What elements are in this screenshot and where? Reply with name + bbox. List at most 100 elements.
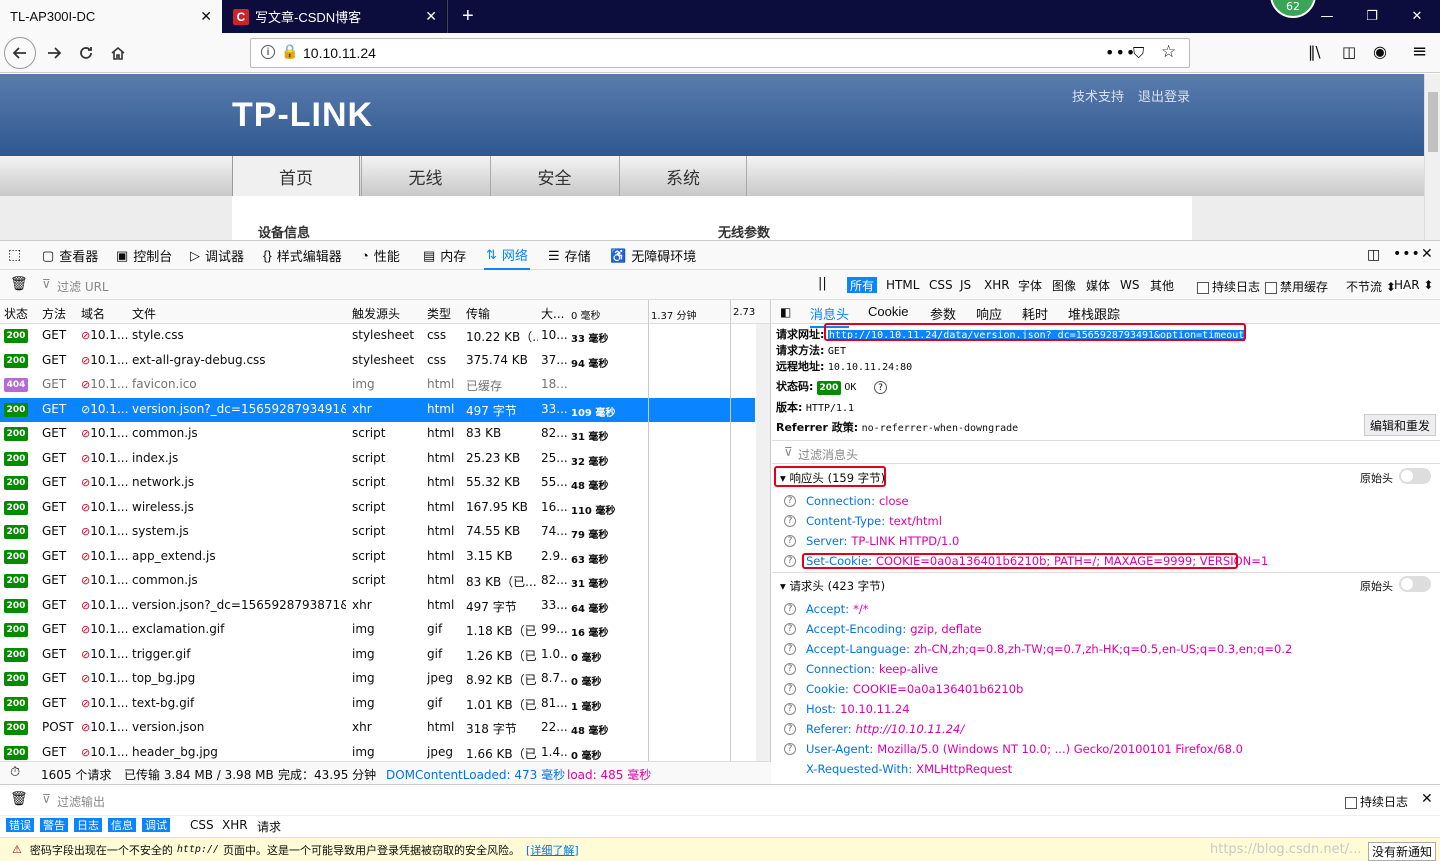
table-row[interactable]: 200 GET ⊘10.1... trigger.gif img gif 1.26 KB（已… [0, 643, 755, 668]
url-bar[interactable]: i 🔒 10.10.11.24 ••• ⛉ ☆ [250, 38, 1190, 68]
back-button[interactable] [4, 37, 36, 69]
header-row[interactable]: Content-Type: text/html [806, 514, 942, 528]
filter-media[interactable]: 媒体 [1083, 277, 1113, 293]
col-domain[interactable]: 域名 [81, 305, 105, 322]
insecure-lock-icon[interactable]: 🔒 [281, 44, 298, 60]
table-row[interactable]: 200 GET ⊘10.1... wireless.js script html 167.9… [0, 496, 755, 521]
persist-log-checkbox[interactable]: 持续日志 [1197, 278, 1260, 295]
tab-timings[interactable]: 耗时 [1022, 304, 1048, 323]
help-icon[interactable]: ? [784, 663, 796, 675]
tab-memory[interactable]: ▤ 内存 [423, 241, 466, 270]
table-row[interactable]: 200 GET ⊘10.1... version.json?_dc=156592879… [0, 594, 755, 619]
help-icon[interactable]: ? [784, 603, 796, 615]
filter-xhr[interactable]: XHR [981, 277, 1013, 293]
filter-url-input[interactable]: 过滤 URL [57, 278, 109, 295]
new-tab-button[interactable]: + [452, 0, 482, 33]
header-row[interactable]: Accept-Encoding: gzip, deflate [806, 622, 982, 636]
filter-headers-input[interactable]: 过滤消息头 [798, 446, 858, 463]
level-debug[interactable]: 调试 [142, 818, 170, 832]
table-row[interactable]: 200 GET ⊘10.1... exclamation.gif img gif 1.18 … [0, 618, 755, 643]
tab-performance[interactable]: ◔ 性能 [361, 241, 400, 270]
pause-icon[interactable]: || [818, 276, 827, 291]
table-row[interactable]: 200 GET ⊘10.1... index.js script html 25.23 KB… [0, 447, 755, 472]
level-warnings[interactable]: 警告 [40, 818, 68, 832]
restore-button[interactable]: ❐ [1349, 0, 1395, 33]
console-persist-log-checkbox[interactable]: 持续日志 [1345, 793, 1408, 810]
header-row[interactable]: Accept-Language: zh-CN,zh;q=0.8,zh-TW;q=0… [806, 642, 1292, 656]
col-waterfall-0[interactable]: 0 毫秒 [571, 307, 601, 322]
tp-link-logo[interactable]: TP-LINK [232, 96, 373, 135]
close-console-icon[interactable]: ✕ [1421, 791, 1433, 807]
support-link[interactable]: 技术支持 [1072, 86, 1124, 105]
close-devtools-icon[interactable]: ✕ [1421, 246, 1433, 262]
header-row[interactable]: Connection: keep-alive [806, 662, 938, 676]
tab-debugger[interactable]: ▷ 调试器 [190, 241, 244, 270]
help-icon[interactable]: ? [784, 555, 796, 567]
table-row[interactable]: 200 GET ⊘10.1... common.js script html 83 KB 82… [0, 422, 755, 447]
browser-tab-router[interactable]: TL-AP300I-DC ✕ [0, 0, 222, 33]
url-text[interactable]: 10.10.11.24 [303, 45, 376, 61]
tab-style-editor[interactable]: {} 样式编辑器 [263, 241, 342, 270]
header-row[interactable]: Accept: */* [806, 602, 868, 616]
console-filter-input[interactable]: 过滤输出 [57, 793, 105, 810]
filter-images[interactable]: 图像 [1049, 277, 1079, 293]
performance-timer-icon[interactable]: ⏱ [10, 765, 20, 780]
tab-params[interactable]: 参数 [930, 304, 956, 323]
header-row[interactable]: Cookie: COOKIE=0a0a136401b6210b [806, 682, 1023, 696]
close-tab-icon[interactable]: ✕ [200, 8, 212, 25]
element-picker-icon[interactable]: ⬚ [8, 247, 21, 263]
raw-headers-toggle[interactable] [1399, 576, 1431, 592]
table-row[interactable]: 200 GET ⊘10.1... ext-all-gray-debug.css styl… [0, 349, 755, 374]
more-options-icon[interactable]: ••• [1393, 246, 1421, 262]
help-icon[interactable]: ? [784, 703, 796, 715]
col-size[interactable]: 大... [541, 305, 564, 322]
edit-resend-button[interactable]: 编辑和重发 [1364, 414, 1436, 436]
table-row[interactable]: 200 GET ⊘10.1... network.js script html 55.32 … [0, 471, 755, 496]
level-errors[interactable]: 错误 [6, 818, 34, 832]
browser-tab-csdn[interactable]: C 写文章-CSDN博客 ✕ [223, 0, 448, 33]
filter-html[interactable]: HTML [883, 277, 922, 293]
tab-storage[interactable]: ☰ 存储 [548, 241, 591, 270]
filter-css[interactable]: CSS [926, 277, 956, 293]
col-cause[interactable]: 触发源头 [352, 305, 400, 322]
help-icon[interactable]: ? [784, 515, 796, 527]
menu-hamburger-icon[interactable]: ≡ [1412, 41, 1427, 62]
home-button[interactable] [102, 37, 134, 69]
trash-icon[interactable]: 🗑 [10, 276, 28, 292]
window-close-button[interactable]: ✕ [1394, 0, 1440, 33]
category-xhr[interactable]: XHR [222, 818, 248, 832]
table-scrollbar[interactable] [756, 324, 770, 761]
har-menu[interactable]: HAR ⬍ [1394, 278, 1433, 292]
tab-network[interactable]: ⇅ 网络 [484, 241, 530, 270]
table-row[interactable]: 200 POST ⊘10.1... version.json xhr html 318 字节… [0, 716, 755, 741]
table-row[interactable]: 200 GET ⊘10.1... version.json?_dc=156592879… [0, 397, 755, 422]
col-status[interactable]: 状态 [4, 305, 28, 322]
menu-system[interactable]: 系统 [619, 156, 747, 196]
col-file[interactable]: 文件 [132, 305, 156, 322]
col-method[interactable]: 方法 [42, 305, 66, 322]
tab-console[interactable]: ▣ 控制台 [116, 241, 172, 270]
scroll-thumb[interactable] [1428, 92, 1438, 152]
raw-headers-toggle[interactable] [1399, 468, 1431, 484]
header-row[interactable]: Referer: http://10.10.11.24/ [806, 722, 964, 736]
help-icon[interactable]: ? [873, 381, 887, 394]
tab-accessibility[interactable]: ♿ 无障碍环境 [610, 241, 696, 270]
table-row[interactable]: 200 GET ⊘10.1... app_extend.js script html 3.1… [0, 545, 755, 570]
table-row[interactable]: 404 GET ⊘10.1... favicon.ico img html 已缓存 18... [0, 373, 755, 398]
tab-stack-trace[interactable]: 堆栈跟踪 [1068, 304, 1120, 323]
menu-security[interactable]: 安全 [490, 156, 618, 196]
menu-home[interactable]: 首页 [232, 156, 360, 196]
forward-button[interactable] [38, 37, 70, 69]
learn-more-link[interactable]: [详细了解] [526, 842, 579, 858]
dock-icon[interactable]: ◫ [1367, 247, 1380, 263]
table-row[interactable]: 200 GET ⊘10.1... style.css stylesheet css 10.2… [0, 324, 755, 349]
header-row[interactable]: Server: TP-LINK HTTPD/1.0 [806, 534, 959, 548]
reload-button[interactable] [70, 37, 102, 69]
col-type[interactable]: 类型 [427, 305, 451, 322]
help-icon[interactable]: ? [784, 535, 796, 547]
help-icon[interactable]: ? [784, 723, 796, 735]
disable-cache-checkbox[interactable]: 禁用缓存 [1265, 278, 1328, 295]
header-row[interactable]: User-Agent: Mozilla/5.0 (Windows NT 10.0;… [806, 742, 1243, 756]
header-row[interactable]: Host: 10.10.11.24 [806, 702, 910, 716]
col-transferred[interactable]: 传输 [466, 305, 490, 322]
